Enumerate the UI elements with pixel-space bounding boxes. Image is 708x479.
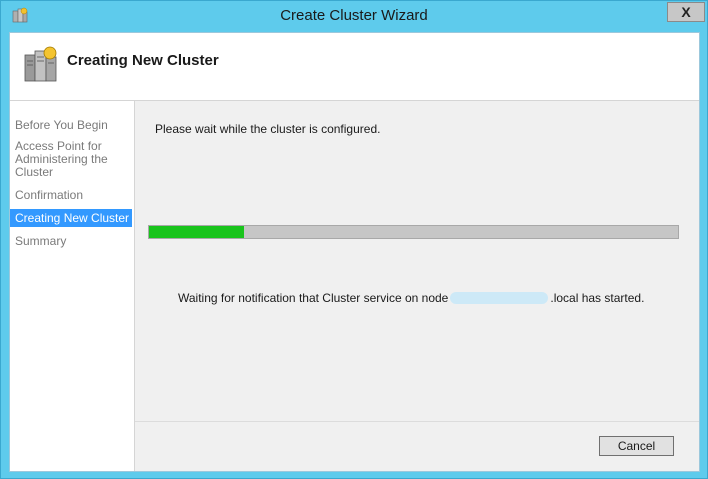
footer-divider — [135, 421, 699, 422]
title-bar[interactable]: Create Cluster Wizard X — [1, 1, 707, 32]
nav-step-before-you-begin[interactable]: Before You Begin — [10, 119, 132, 132]
nav-step-confirmation[interactable]: Confirmation — [10, 189, 132, 202]
cluster-servers-icon — [24, 46, 57, 82]
wizard-steps-sidebar: Before You Begin Access Point for Admini… — [10, 101, 135, 471]
wizard-window: Create Cluster Wizard X Creating New Clu… — [0, 0, 708, 479]
close-button[interactable]: X — [667, 2, 705, 22]
wait-message: Please wait while the cluster is configu… — [155, 122, 381, 136]
cancel-button[interactable]: Cancel — [599, 436, 674, 456]
status-prefix: Waiting for notification that Cluster se… — [178, 291, 449, 305]
status-message: Waiting for notification that Cluster se… — [178, 291, 644, 305]
window-title: Create Cluster Wizard — [280, 7, 428, 24]
progress-fill — [149, 226, 244, 238]
close-icon: X — [681, 4, 691, 20]
progress-bar — [148, 225, 679, 239]
wizard-body: Creating New Cluster Before You Begin Ac… — [9, 32, 700, 472]
redacted-node-name — [450, 292, 549, 304]
nav-step-summary[interactable]: Summary — [10, 235, 132, 248]
wizard-header: Creating New Cluster — [10, 33, 699, 101]
nav-step-creating-new-cluster[interactable]: Creating New Cluster — [10, 209, 132, 227]
nav-step-access-point[interactable]: Access Point for Administering the Clust… — [10, 140, 132, 179]
wizard-content: Please wait while the cluster is configu… — [135, 101, 699, 471]
status-suffix: .local has started. — [550, 291, 645, 305]
page-title: Creating New Cluster — [67, 52, 219, 69]
